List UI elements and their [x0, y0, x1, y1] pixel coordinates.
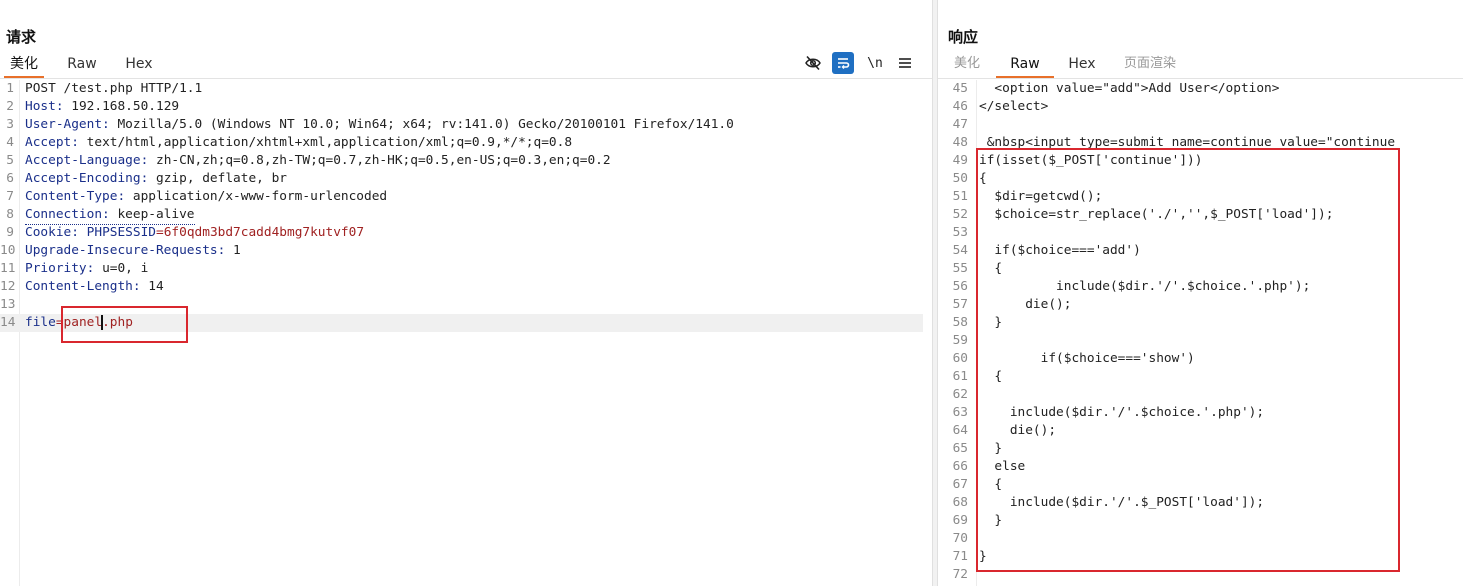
tab-pretty[interactable]: 美化	[948, 54, 986, 76]
request-line: 5 Accept-Language: zh-CN,zh;q=0.8,zh-TW;…	[6, 153, 611, 168]
response-tabs: 美化 Raw Hex 页面渲染	[938, 54, 1463, 79]
request-tabs: 美化 Raw Hex	[0, 54, 932, 79]
tab-hex[interactable]: Hex	[1062, 54, 1102, 76]
request-line: 2 Host: 192.168.50.129	[6, 99, 180, 114]
tab-raw[interactable]: Raw	[996, 54, 1054, 78]
request-line: 9 Cookie: PHPSESSID=6f0qdm3bd7cadd4bmg7k…	[6, 225, 365, 240]
newline-toggle-icon[interactable]: \n	[864, 52, 886, 74]
request-toolbar: \n	[802, 52, 922, 74]
request-line: 3 User-Agent: Mozilla/5.0 (Windows NT 10…	[6, 117, 734, 132]
tab-render[interactable]: 页面渲染	[1118, 54, 1182, 76]
tab-hex[interactable]: Hex	[120, 54, 158, 76]
wrap-lines-icon[interactable]	[832, 52, 854, 74]
response-highlight-box	[976, 148, 1400, 572]
request-line: 10 Upgrade-Insecure-Requests: 1	[0, 243, 241, 258]
response-line: 45 <option value="add">Add User</option>	[952, 81, 1280, 96]
tab-raw[interactable]: Raw	[64, 54, 100, 76]
menu-icon[interactable]	[894, 52, 916, 74]
request-line: 4 Accept: text/html,application/xhtml+xm…	[6, 135, 573, 150]
request-line: 1 POST /test.php HTTP/1.1	[6, 81, 203, 96]
response-title: 响应	[948, 28, 979, 46]
request-title: 请求	[6, 28, 37, 46]
request-line: 12 Content-Length: 14	[0, 279, 164, 294]
response-pane: 响应 美化 Raw Hex 页面渲染 45 <option value="add…	[938, 0, 1463, 586]
request-highlight-box	[61, 306, 188, 343]
request-line: 8 Connection: keep-alive	[0, 206, 932, 225]
response-line: 47	[952, 117, 968, 132]
request-line: 6 Accept-Encoding: gzip, deflate, br	[6, 171, 287, 186]
tab-pretty[interactable]: 美化	[4, 54, 44, 78]
request-line: 7 Content-Type: application/x-www-form-u…	[6, 189, 388, 204]
request-line: 11 Priority: u=0, i	[0, 261, 149, 276]
response-line: 46 </select>	[952, 99, 1049, 114]
eye-slash-icon[interactable]	[802, 52, 824, 74]
request-pane: 请求 美化 Raw Hex \n 1 POST /test.php HTTP/1…	[0, 0, 932, 586]
